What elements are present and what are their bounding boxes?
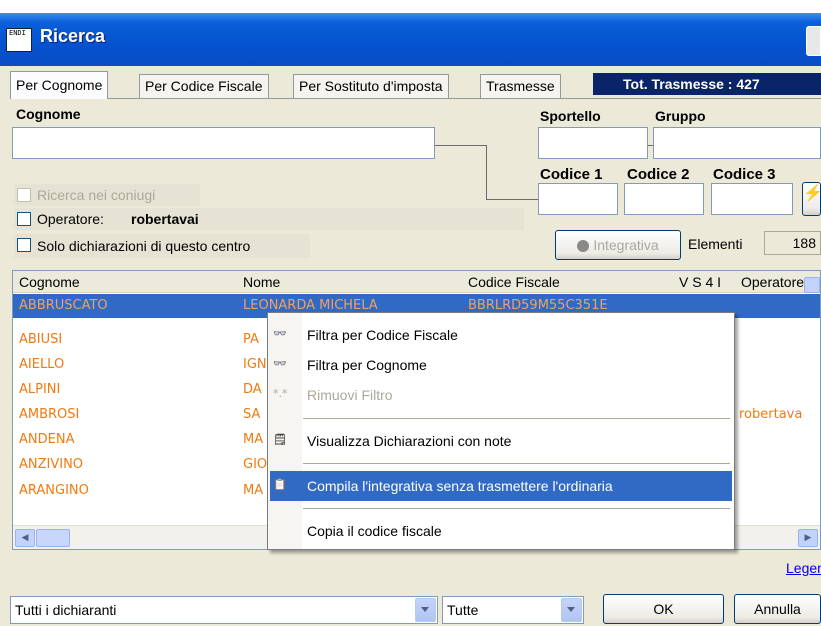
wildcard-icon: *.*	[273, 387, 288, 400]
row-nome: LEONARDA MICHELA	[243, 298, 378, 313]
row-cognome: ARANGINO	[19, 483, 89, 498]
row-cognome: ANDENA	[19, 432, 75, 447]
row-cognome: AIELLO	[19, 357, 65, 372]
solo-centro-checkbox[interactable]	[17, 238, 31, 252]
glasses-icon: 👓	[273, 357, 287, 370]
window-control-button[interactable]	[806, 26, 821, 56]
row-cognome: AMBROSI	[19, 407, 80, 422]
column-header-nome[interactable]: Nome	[243, 274, 280, 290]
menu-item-rimuovi-filtro[interactable]: *.* Rimuovi Filtro	[270, 380, 732, 410]
menu-item-label: Filtra per Cognome	[307, 357, 427, 373]
ok-button[interactable]: OK	[603, 594, 724, 624]
operatore-value: robertavai	[131, 211, 199, 227]
menu-item-label: Visualizza Dichiarazioni con note	[307, 433, 512, 449]
vertical-scrollbar[interactable]	[804, 277, 820, 293]
tab-per-codice-fiscale[interactable]: Per Codice Fiscale	[139, 74, 269, 98]
sportello-label: Sportello	[540, 108, 601, 124]
row-nome: SA	[243, 407, 261, 422]
chevron-down-icon[interactable]	[561, 598, 582, 622]
solo-centro-label: Solo dichiarazioni di questo centro	[37, 238, 251, 254]
row-nome: MA	[243, 483, 264, 498]
menu-separator	[303, 418, 730, 419]
app-icon: ENDI	[6, 28, 32, 52]
menu-item-label: Filtra per Codice Fiscale	[307, 327, 458, 343]
elementi-value: 188	[764, 231, 821, 255]
annulla-button[interactable]: Annulla	[734, 594, 821, 624]
screen-top-strip	[0, 0, 821, 13]
row-nome: GIO	[243, 457, 268, 472]
codice3-label: Codice 3	[713, 166, 776, 183]
cognome-label: Cognome	[16, 106, 81, 122]
connector-line	[486, 199, 538, 200]
sportello-input[interactable]	[538, 127, 648, 159]
tab-per-sostituto-imposta[interactable]: Per Sostituto d'imposta	[293, 74, 449, 98]
column-header-operatore[interactable]: Operatore	[741, 274, 804, 290]
column-header-vs4i[interactable]: V S 4 I	[679, 274, 721, 290]
title-bar[interactable]	[0, 13, 821, 66]
tutte-select-value: Tutte	[447, 602, 479, 618]
dichiaranti-select[interactable]: Tutti i dichiaranti	[10, 596, 438, 624]
row-operatore: robertava	[739, 407, 803, 422]
codice1-label: Codice 1	[540, 166, 603, 183]
tutte-select[interactable]: Tutte	[442, 596, 584, 624]
menu-item-compila-integrativa[interactable]: 📋 Compila l'integrativa senza trasmetter…	[270, 471, 732, 501]
lightning-icon[interactable]: ⚡	[802, 182, 821, 216]
menu-item-filtra-cognome[interactable]: 👓 Filtra per Cognome	[270, 350, 732, 380]
total-transmitted-badge: Tot. Trasmesse : 427	[593, 73, 821, 95]
ricerca-coniugi-checkbox[interactable]	[17, 188, 31, 202]
menu-item-copia-codice-fiscale[interactable]: Copia il codice fiscale	[270, 516, 732, 546]
tab-per-cognome[interactable]: Per Cognome	[10, 71, 109, 99]
cognome-input[interactable]	[12, 127, 435, 159]
menu-item-visualizza-note[interactable]: 🗒 Visualizza Dichiarazioni con note	[270, 426, 732, 456]
row-cognome: ALPINI	[19, 382, 61, 397]
codice2-label: Codice 2	[627, 166, 690, 183]
gruppo-label: Gruppo	[655, 108, 706, 124]
row-cognome: ABBRUSCATO	[19, 298, 108, 313]
row-cognome: ABIUSI	[19, 332, 63, 347]
integrativa-icon	[577, 240, 590, 253]
legend-link[interactable]: Legen	[786, 560, 821, 576]
row-nome: PA	[243, 332, 259, 347]
dichiaranti-select-value: Tutti i dichiaranti	[15, 602, 117, 618]
operatore-checkbox[interactable]	[17, 212, 31, 226]
scroll-left-arrow-icon[interactable]: ◀	[15, 529, 35, 547]
menu-item-filtra-codice-fiscale[interactable]: 👓 Filtra per Codice Fiscale	[270, 320, 732, 350]
connector-line	[435, 145, 487, 146]
menu-item-label: Copia il codice fiscale	[307, 523, 442, 539]
chevron-down-icon[interactable]	[415, 598, 436, 622]
connector-line	[486, 145, 487, 200]
context-menu: 👓 Filtra per Codice Fiscale 👓 Filtra per…	[267, 312, 735, 550]
gruppo-input[interactable]	[653, 127, 821, 159]
glasses-icon: 👓	[273, 327, 287, 340]
menu-separator	[303, 508, 730, 509]
integrativa-button[interactable]: Integrativa	[555, 230, 681, 260]
elementi-label: Elementi	[688, 236, 743, 252]
operatore-label: Operatore:	[37, 211, 104, 227]
menu-item-label: Rimuovi Filtro	[307, 387, 393, 403]
ricerca-coniugi-label: Ricerca nei coniugi	[37, 187, 156, 203]
scroll-right-arrow-icon[interactable]: ▶	[798, 529, 818, 547]
integrativa-label: Integrativa	[593, 237, 659, 253]
codice1-input[interactable]	[538, 183, 618, 215]
form-icon: 📋	[273, 478, 287, 491]
codice3-input[interactable]	[711, 183, 793, 215]
tab-trasmesse[interactable]: Trasmesse	[480, 74, 561, 98]
row-nome: DA	[243, 382, 262, 397]
list-header: Cognome Nome Codice Fiscale V S 4 I Oper…	[13, 271, 820, 293]
row-nome: MA	[243, 432, 264, 447]
row-codice-fiscale: BBRLRD59M55C351E	[468, 298, 608, 313]
menu-separator	[303, 463, 730, 464]
scroll-thumb[interactable]	[36, 529, 70, 547]
note-icon: 🗒	[273, 433, 287, 446]
window-title: Ricerca	[40, 26, 106, 46]
row-cognome: ANZIVINO	[19, 457, 84, 472]
column-header-codice-fiscale[interactable]: Codice Fiscale	[468, 274, 560, 290]
codice2-input[interactable]	[624, 183, 704, 215]
column-header-cognome[interactable]: Cognome	[19, 274, 80, 290]
row-nome: IGN	[243, 357, 267, 372]
menu-item-label: Compila l'integrativa senza trasmettere …	[307, 478, 613, 494]
